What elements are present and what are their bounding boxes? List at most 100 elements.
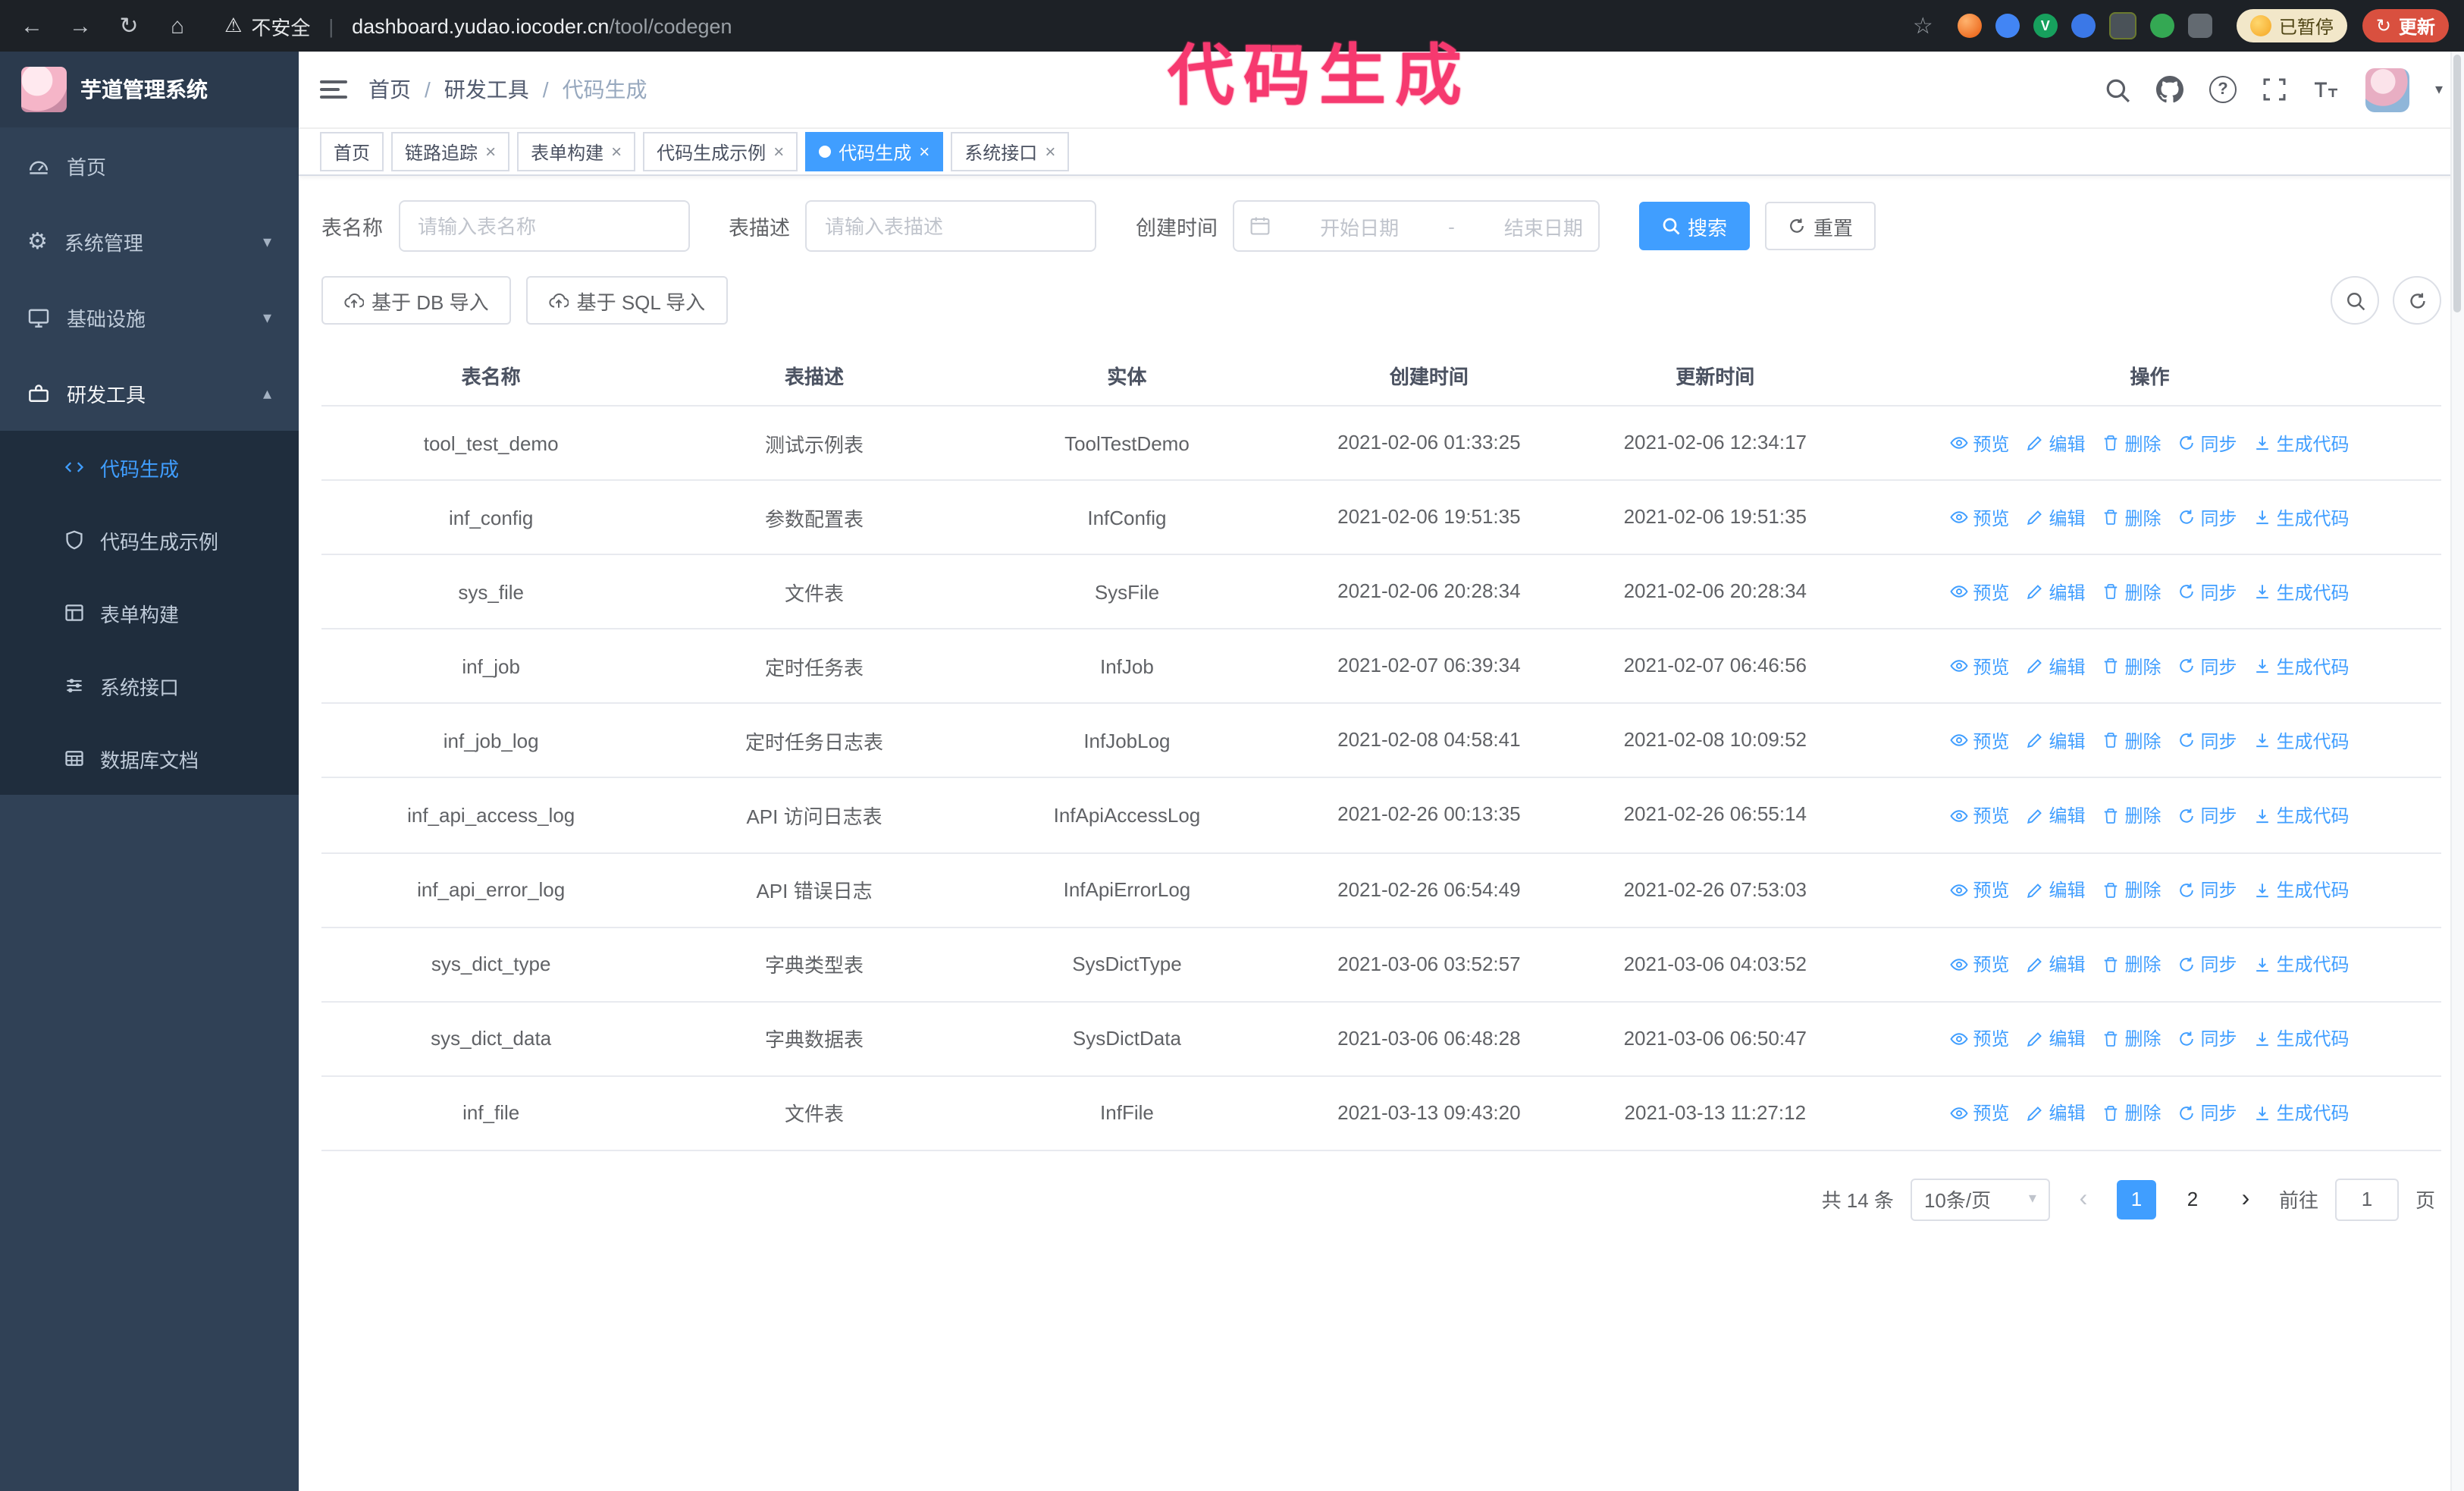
user-avatar[interactable] — [2365, 67, 2409, 111]
edit-link[interactable]: 编辑 — [2026, 579, 2085, 604]
generate-link[interactable]: 生成代码 — [2254, 802, 2350, 828]
browser-forward-icon[interactable]: → — [64, 13, 97, 39]
security-indicator[interactable]: ⚠ 不安全 — [224, 11, 310, 40]
hamburger-icon[interactable] — [320, 80, 347, 99]
refresh-table-button[interactable] — [2393, 276, 2441, 325]
tab-tracing[interactable]: 链路追踪 × — [391, 132, 510, 171]
generate-link[interactable]: 生成代码 — [2254, 1026, 2350, 1052]
edit-link[interactable]: 编辑 — [2026, 951, 2085, 977]
tab-close-icon[interactable]: × — [611, 141, 622, 162]
tab-system-api[interactable]: 系统接口 × — [951, 132, 1070, 171]
date-range-picker[interactable]: 开始日期 - 结束日期 — [1233, 200, 1600, 252]
toggle-search-button[interactable] — [2331, 276, 2379, 325]
preview-link[interactable]: 预览 — [1950, 504, 2009, 530]
search-icon[interactable] — [2105, 77, 2130, 102]
scrollbar-thumb[interactable] — [2453, 55, 2461, 312]
edit-link[interactable]: 编辑 — [2026, 877, 2085, 902]
generate-link[interactable]: 生成代码 — [2254, 951, 2350, 977]
tab-codegen[interactable]: 代码生成 × — [805, 132, 944, 171]
generate-link[interactable]: 生成代码 — [2254, 1100, 2350, 1126]
font-size-icon[interactable] — [2312, 77, 2340, 102]
edit-link[interactable]: 编辑 — [2026, 1100, 2085, 1126]
browser-extension-icon[interactable] — [2071, 14, 2096, 38]
edit-link[interactable]: 编辑 — [2026, 728, 2085, 754]
browser-home-icon[interactable]: ⌂ — [161, 13, 194, 39]
goto-page-input[interactable] — [2334, 1178, 2399, 1221]
preview-link[interactable]: 预览 — [1950, 430, 2009, 456]
preview-link[interactable]: 预览 — [1950, 654, 2009, 680]
browser-extension-icon[interactable] — [2149, 14, 2174, 38]
page-size-select[interactable]: 10条/页 ▾ — [1910, 1178, 2050, 1221]
sync-link[interactable]: 同步 — [2178, 951, 2237, 977]
delete-link[interactable]: 删除 — [2102, 877, 2161, 902]
sidebar-item-infra[interactable]: 基础设施 ▾ — [0, 279, 299, 355]
sidebar-item-system[interactable]: ⚙ 系统管理 ▾ — [0, 203, 299, 279]
generate-link[interactable]: 生成代码 — [2254, 728, 2350, 754]
browser-update-button[interactable]: ↻ 更新 — [2362, 9, 2449, 42]
chevron-down-icon[interactable]: ▾ — [2435, 81, 2443, 98]
delete-link[interactable]: 删除 — [2102, 430, 2161, 456]
browser-extension-icon[interactable] — [1995, 14, 2020, 38]
logo[interactable]: 芋道管理系统 — [0, 52, 299, 127]
browser-extension-icon[interactable] — [2187, 14, 2212, 38]
tab-close-icon[interactable]: × — [773, 141, 784, 162]
preview-link[interactable]: 预览 — [1950, 728, 2009, 754]
sync-link[interactable]: 同步 — [2178, 1100, 2237, 1126]
generate-link[interactable]: 生成代码 — [2254, 504, 2350, 530]
preview-link[interactable]: 预览 — [1950, 1100, 2009, 1126]
edit-link[interactable]: 编辑 — [2026, 654, 2085, 680]
browser-reload-icon[interactable]: ↻ — [112, 12, 146, 39]
preview-link[interactable]: 预览 — [1950, 802, 2009, 828]
sidebar-subitem-form-builder[interactable]: 表单构建 — [0, 576, 299, 649]
delete-link[interactable]: 删除 — [2102, 1100, 2161, 1126]
sync-link[interactable]: 同步 — [2178, 504, 2237, 530]
address-bar[interactable]: dashboard.yudao.iocoder.cn /tool/codegen — [352, 14, 732, 37]
edit-link[interactable]: 编辑 — [2026, 1026, 2085, 1052]
sync-link[interactable]: 同步 — [2178, 654, 2237, 680]
preview-link[interactable]: 预览 — [1950, 1026, 2009, 1052]
next-page-button[interactable]: › — [2229, 1186, 2262, 1213]
tab-codegen-example[interactable]: 代码生成示例 × — [643, 132, 798, 171]
sync-link[interactable]: 同步 — [2178, 728, 2237, 754]
sidebar-subitem-codegen[interactable]: 代码生成 — [0, 431, 299, 504]
help-icon[interactable]: ? — [2209, 76, 2237, 103]
tab-close-icon[interactable]: × — [485, 141, 496, 162]
preview-link[interactable]: 预览 — [1950, 877, 2009, 902]
preview-link[interactable]: 预览 — [1950, 951, 2009, 977]
import-sql-button[interactable]: 基于 SQL 导入 — [526, 276, 729, 325]
sync-link[interactable]: 同步 — [2178, 579, 2237, 604]
delete-link[interactable]: 删除 — [2102, 579, 2161, 604]
generate-link[interactable]: 生成代码 — [2254, 430, 2350, 456]
sync-link[interactable]: 同步 — [2178, 430, 2237, 456]
generate-link[interactable]: 生成代码 — [2254, 654, 2350, 680]
fullscreen-icon[interactable] — [2262, 77, 2287, 102]
profile-paused-badge[interactable]: 已暂停 — [2236, 9, 2347, 42]
page-button-2[interactable]: 2 — [2173, 1180, 2212, 1219]
generate-link[interactable]: 生成代码 — [2254, 579, 2350, 604]
tab-close-icon[interactable]: × — [919, 141, 929, 162]
generate-link[interactable]: 生成代码 — [2254, 877, 2350, 902]
sidebar-item-devtools[interactable]: 研发工具 ▴ — [0, 355, 299, 431]
delete-link[interactable]: 删除 — [2102, 951, 2161, 977]
delete-link[interactable]: 删除 — [2102, 728, 2161, 754]
sidebar-subitem-db-doc[interactable]: 数据库文档 — [0, 722, 299, 795]
bookmark-star-icon[interactable]: ☆ — [1913, 12, 1933, 39]
github-icon[interactable] — [2155, 76, 2183, 103]
browser-extension-icon[interactable] — [1957, 14, 1982, 38]
breadcrumb-home[interactable]: 首页 — [368, 74, 411, 105]
table-name-input[interactable] — [398, 200, 689, 252]
tab-close-icon[interactable]: × — [1045, 141, 1055, 162]
reset-button[interactable]: 重置 — [1765, 202, 1876, 250]
sync-link[interactable]: 同步 — [2178, 1026, 2237, 1052]
sync-link[interactable]: 同步 — [2178, 877, 2237, 902]
breadcrumb-group[interactable]: 研发工具 — [444, 74, 529, 105]
browser-extension-icon[interactable]: V — [2033, 14, 2058, 38]
page-button-1[interactable]: 1 — [2116, 1179, 2156, 1219]
edit-link[interactable]: 编辑 — [2026, 430, 2085, 456]
table-desc-input[interactable] — [805, 200, 1096, 252]
delete-link[interactable]: 删除 — [2102, 802, 2161, 828]
sidebar-subitem-codegen-example[interactable]: 代码生成示例 — [0, 504, 299, 576]
sync-link[interactable]: 同步 — [2178, 802, 2237, 828]
tab-home[interactable]: 首页 — [320, 132, 384, 171]
prev-page-button[interactable]: ‹ — [2067, 1186, 2100, 1213]
